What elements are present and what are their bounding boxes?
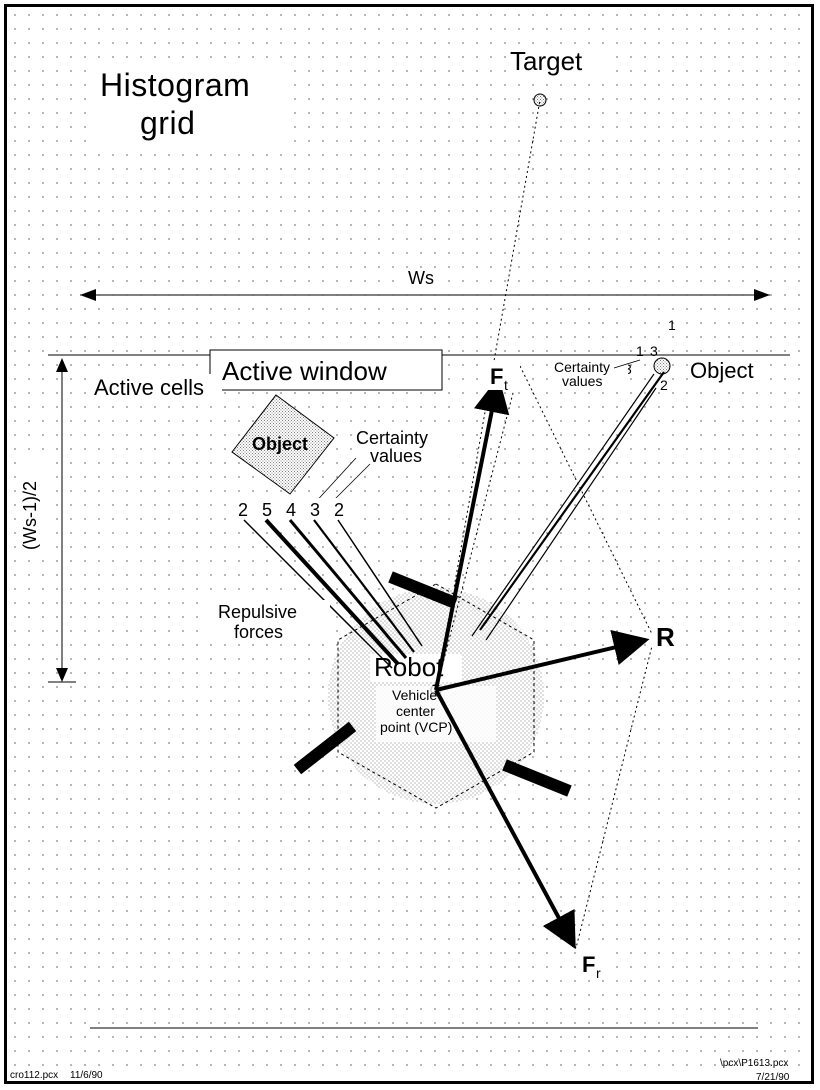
cv2-c: 3 <box>650 343 658 359</box>
cv2-b: 1 <box>636 343 644 359</box>
repulsive-l2: forces <box>234 622 283 642</box>
title-l1: Histogram <box>100 67 250 103</box>
robot-label: Robot <box>374 652 444 682</box>
vcp-l1: Vehicle <box>392 687 437 703</box>
footer-right-a: \pcx\P1613.pcx <box>720 1058 788 1069</box>
title-l2: grid <box>140 105 195 141</box>
diagram-svg: Ws (Ws-1)/2 Histogram grid Target <box>0 0 820 1090</box>
cv2-e: 2 <box>660 377 668 393</box>
cv1-3: 3 <box>310 500 320 520</box>
footer-left-b: 11/6/90 <box>70 1070 103 1081</box>
active-window-label: Active window <box>222 356 387 386</box>
object-left-label: Object <box>252 434 308 454</box>
cv1-4: 2 <box>334 500 344 520</box>
object-right-circle <box>654 358 670 374</box>
ft-sub: t <box>504 377 508 393</box>
object-right-label: Object <box>690 358 754 383</box>
fr-sub: r <box>596 965 601 981</box>
footer-left-a: cro112.pcx <box>10 1070 58 1081</box>
cv1-1: 5 <box>262 500 272 520</box>
cv1-0: 2 <box>238 500 248 520</box>
certainty-2b: values <box>562 373 602 389</box>
r-label: R <box>656 622 675 652</box>
certainty-1a: Certainty <box>356 428 428 448</box>
footer-right-b: 7/21/90 <box>756 1072 790 1083</box>
certainty-1b: values <box>370 446 422 466</box>
cv2-a: 1 <box>668 317 676 333</box>
active-cells-label: Active cells <box>94 375 204 400</box>
ws-label: Ws <box>408 268 434 288</box>
vcp-l2: center <box>396 703 435 719</box>
side-dim-label: (Ws-1)/2 <box>20 481 40 550</box>
fr-label: F <box>582 952 595 977</box>
target-label: Target <box>510 46 583 76</box>
ft-label: F <box>490 364 503 389</box>
cv1-2: 4 <box>286 500 296 520</box>
dot-grid <box>12 12 808 1078</box>
vcp-l3: point (VCP) <box>380 719 452 735</box>
repulsive-l1: Repulsive <box>218 602 297 622</box>
